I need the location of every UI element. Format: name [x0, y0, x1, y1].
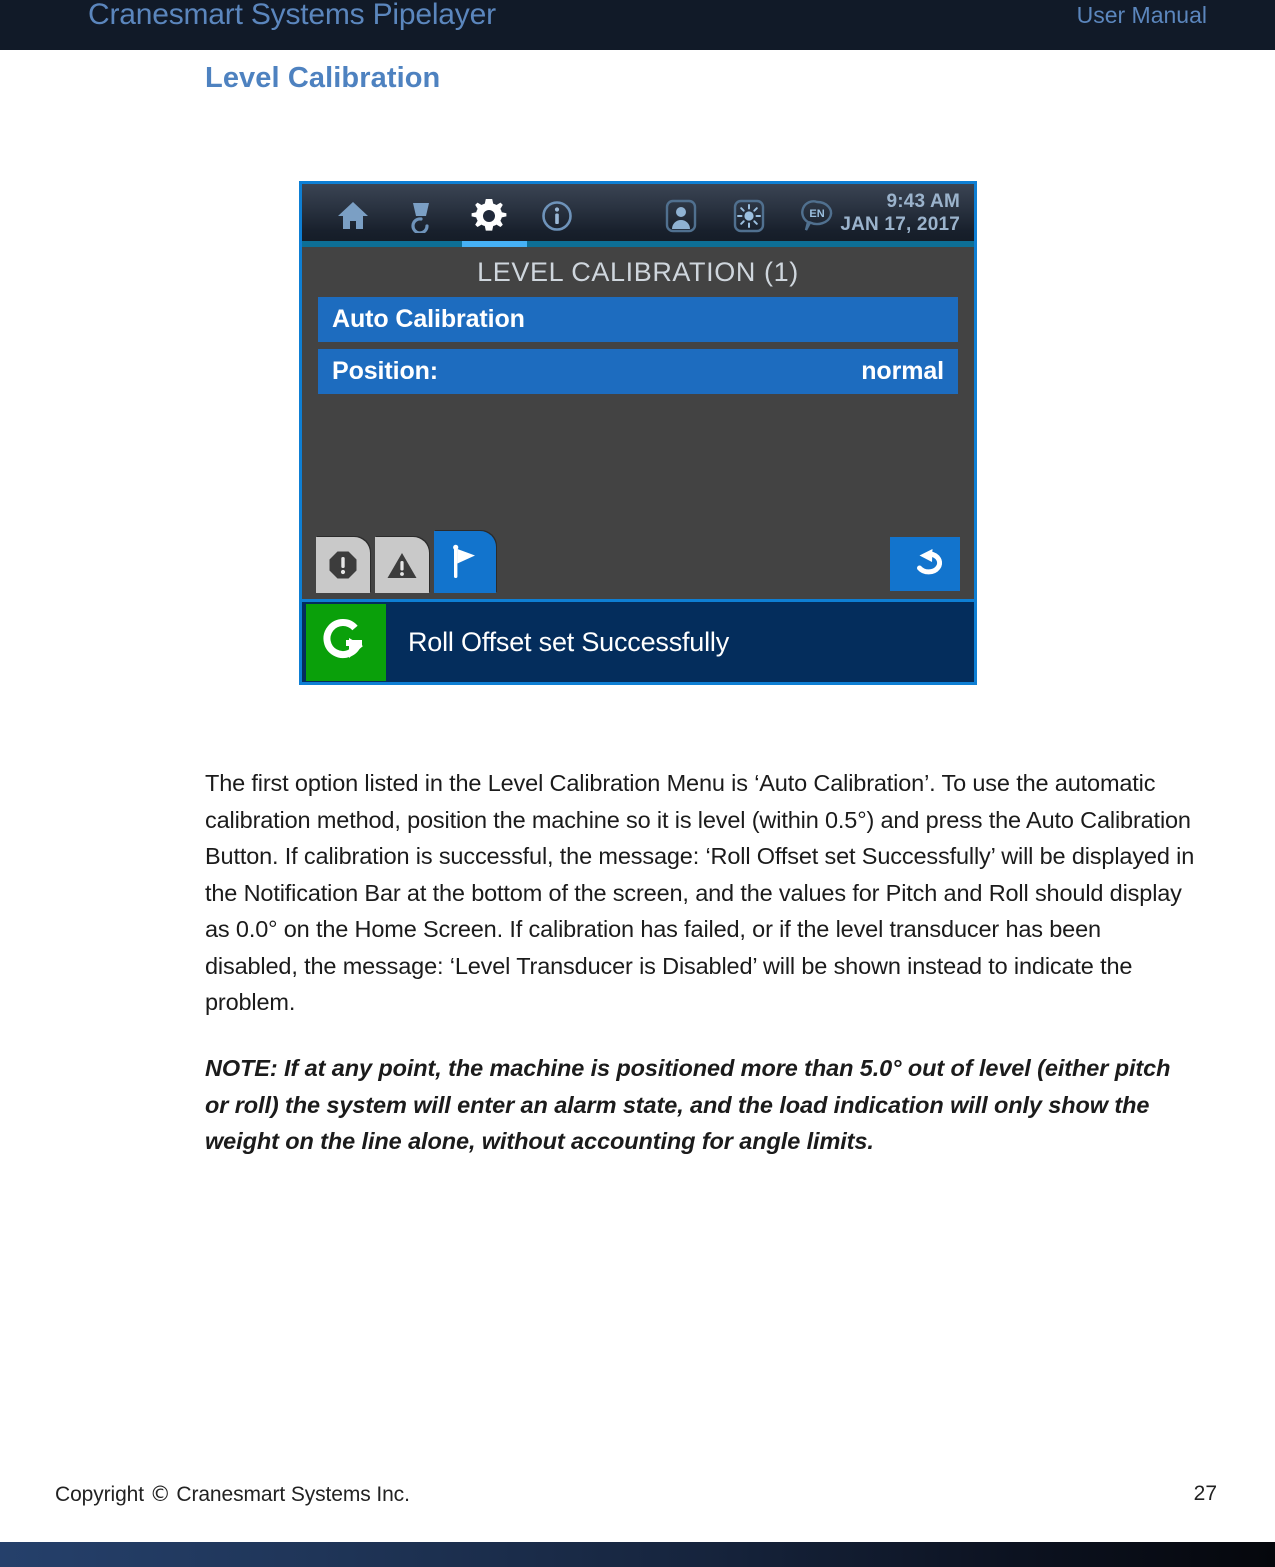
footer-company-name: Cranesmart Systems Inc.: [176, 1483, 410, 1506]
footer-copyright: Copyright © Cranesmart Systems Inc.: [55, 1482, 410, 1507]
home-icon[interactable]: [330, 193, 376, 239]
menu-item-label: Position:: [332, 357, 439, 385]
language-code-text: EN: [809, 208, 824, 220]
clock-date: JAN 17, 2017: [840, 214, 960, 236]
page-number: 27: [1193, 1482, 1217, 1505]
notification-bar: Roll Offset set Successfully: [302, 599, 974, 682]
page-title: Level Calibration: [205, 62, 441, 94]
back-arrow-icon: [917, 549, 942, 575]
language-icon[interactable]: EN: [794, 193, 840, 239]
notification-message: Roll Offset set Successfully: [408, 626, 730, 657]
back-button[interactable]: [890, 537, 960, 591]
warning-triangle-icon: [387, 552, 417, 578]
brightness-icon[interactable]: [726, 193, 772, 239]
menu-item-value: normal: [861, 357, 944, 385]
stop-alarm-tab[interactable]: [316, 537, 370, 593]
device-topbar: EN 9:43 AM JAN 17, 2017: [302, 184, 974, 247]
menu-item-auto-calibration[interactable]: Auto Calibration: [318, 297, 958, 342]
copyright-icon: ©: [149, 1482, 171, 1506]
clock-time: 9:43 AM: [886, 191, 960, 212]
footer-copyright-prefix: Copyright: [55, 1483, 144, 1506]
page-header: Cranesmart Systems Pipelayer User Manual: [0, 0, 1275, 50]
info-icon[interactable]: [534, 193, 580, 239]
device-screenshot: EN 9:43 AM JAN 17, 2017 LEVEL CALIBRATIO…: [299, 181, 977, 685]
flag-tab[interactable]: [434, 531, 496, 593]
menu-item-position[interactable]: Position: normal: [318, 349, 958, 394]
menu-item-label: Auto Calibration: [332, 305, 525, 333]
body-paragraph-1: The first option listed in the Level Cal…: [205, 770, 1195, 1015]
flag-icon: [453, 544, 475, 578]
warning-tab[interactable]: [375, 537, 429, 593]
octagon-alert-icon: [329, 551, 357, 579]
topbar-divider: [302, 241, 974, 247]
device-button-bar: [302, 531, 974, 593]
footer-accent-bar: [0, 1542, 1275, 1567]
load-hook-icon[interactable]: [398, 193, 444, 239]
body-note: NOTE: If at any point, the machine is po…: [205, 1055, 1171, 1154]
active-tab-indicator: [462, 241, 527, 247]
user-icon[interactable]: [658, 193, 704, 239]
document-title: Cranesmart Systems Pipelayer: [88, 0, 496, 31]
document-kind-label: User Manual: [1076, 2, 1207, 28]
calibration-success-icon: [306, 603, 386, 681]
gear-icon[interactable]: [466, 193, 512, 239]
device-menu-title: LEVEL CALIBRATION (1): [477, 257, 799, 287]
clock-display: 9:43 AM JAN 17, 2017: [840, 190, 960, 236]
